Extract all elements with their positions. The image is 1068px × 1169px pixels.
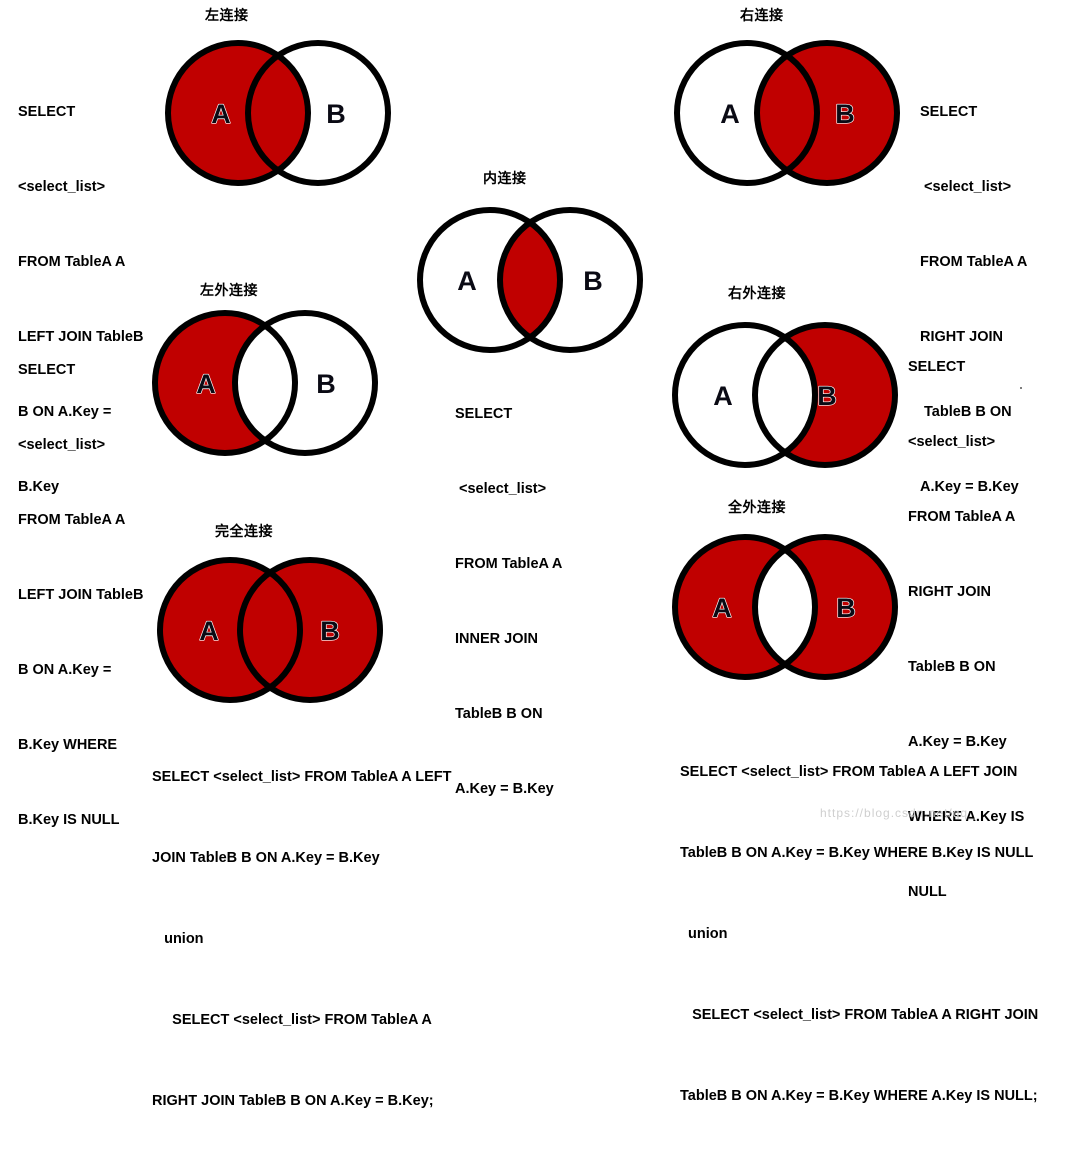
sql-line: SELECT <select_list> FROM TableA A LEFT: [152, 769, 452, 785]
sql-line: <select_list>: [18, 437, 106, 453]
full-join-sql: SELECT <select_list> FROM TableA A LEFT …: [152, 710, 451, 1169]
inner-join-sql: SELECT <select_list> FROM TableA A INNER…: [455, 352, 562, 852]
sql-line: <select_list>: [455, 481, 547, 497]
full-outer-join-title: 全外连接: [728, 499, 786, 515]
sql-line: FROM TableA A: [455, 556, 563, 572]
venn-label-b: B: [583, 266, 603, 296]
sql-line: SELECT <select_list> FROM TableA A: [152, 1012, 432, 1028]
venn-label-b: B: [320, 616, 340, 646]
sql-line: SELECT: [920, 104, 978, 120]
sql-line: SELECT <select_list> FROM TableA A RIGHT…: [680, 1007, 1039, 1023]
inner-join-venn: A B: [417, 207, 643, 353]
sql-line: LEFT JOIN TableB: [18, 587, 144, 603]
sql-line: TableB B ON: [908, 659, 996, 675]
venn-label-a: A: [199, 616, 219, 646]
full-join-title: 完全连接: [215, 523, 273, 539]
sql-line: TableB B ON: [455, 706, 543, 722]
venn-label-a: A: [713, 381, 733, 411]
sql-line: SELECT: [908, 359, 966, 375]
sql-line: union: [152, 931, 204, 947]
venn-label-b: B: [835, 99, 855, 129]
full-outer-join-sql: SELECT <select_list> FROM TableA A LEFT …: [680, 705, 1038, 1164]
sql-line: FROM TableA A: [18, 512, 126, 528]
sql-line: B ON A.Key =: [18, 662, 112, 678]
sql-line: FROM TableA A: [18, 254, 126, 270]
symmetric-difference-fill: [675, 537, 895, 677]
sql-line: SELECT <select_list> FROM TableA A LEFT …: [680, 764, 1018, 780]
right-join-venn: A B: [674, 40, 900, 186]
right-outer-join-venn: A B: [672, 322, 898, 468]
sql-line: union: [680, 926, 728, 942]
left-join-venn: A B: [165, 40, 391, 186]
right-outer-join-title: 右外连接: [728, 285, 786, 301]
venn-label-b: B: [326, 99, 346, 129]
venn-label-a: A: [720, 99, 740, 129]
sql-line: A.Key = B.Key: [455, 781, 554, 797]
sql-line: RIGHT JOIN: [908, 584, 991, 600]
sql-line: JOIN TableB B ON A.Key = B.Key: [152, 850, 380, 866]
sql-line: FROM TableA A: [908, 509, 1016, 525]
sql-line: SELECT: [18, 362, 76, 378]
sql-line: RIGHT JOIN TableB B ON A.Key = B.Key;: [152, 1093, 434, 1109]
sql-line: INNER JOIN: [455, 631, 538, 647]
inner-join-title: 内连接: [483, 170, 527, 186]
venn-label-b: B: [316, 369, 336, 399]
right-join-title: 右连接: [740, 7, 784, 23]
full-outer-join-venn: A B: [672, 534, 898, 680]
sql-line: <select_list>: [920, 179, 1012, 195]
venn-label-a: A: [211, 99, 231, 129]
sql-line: TableB B ON A.Key = B.Key WHERE B.Key IS…: [680, 845, 1034, 861]
left-outer-join-venn: A B: [152, 310, 378, 456]
speck-artifact-icon: [1020, 387, 1022, 389]
sql-line: <select_list>: [18, 179, 106, 195]
sql-line: TableB B ON A.Key = B.Key WHERE A.Key IS…: [680, 1088, 1038, 1104]
venn-label-a: A: [457, 266, 477, 296]
venn-label-a: A: [712, 593, 732, 623]
sql-line: B.Key IS NULL: [18, 812, 120, 828]
left-join-title: 左连接: [205, 7, 249, 23]
left-outer-join-title: 左外连接: [200, 282, 258, 298]
venn-label-b: B: [836, 593, 856, 623]
sql-line: <select_list>: [908, 434, 996, 450]
venn-label-b: B: [817, 381, 837, 411]
left-outer-join-sql: SELECT <select_list> FROM TableA A LEFT …: [18, 308, 143, 883]
sql-line: SELECT: [455, 406, 513, 422]
sql-line: SELECT: [18, 104, 76, 120]
full-join-venn: A B: [157, 557, 383, 703]
sql-line: FROM TableA A: [920, 254, 1028, 270]
venn-label-a: A: [196, 369, 216, 399]
sql-line: B.Key WHERE: [18, 737, 118, 753]
